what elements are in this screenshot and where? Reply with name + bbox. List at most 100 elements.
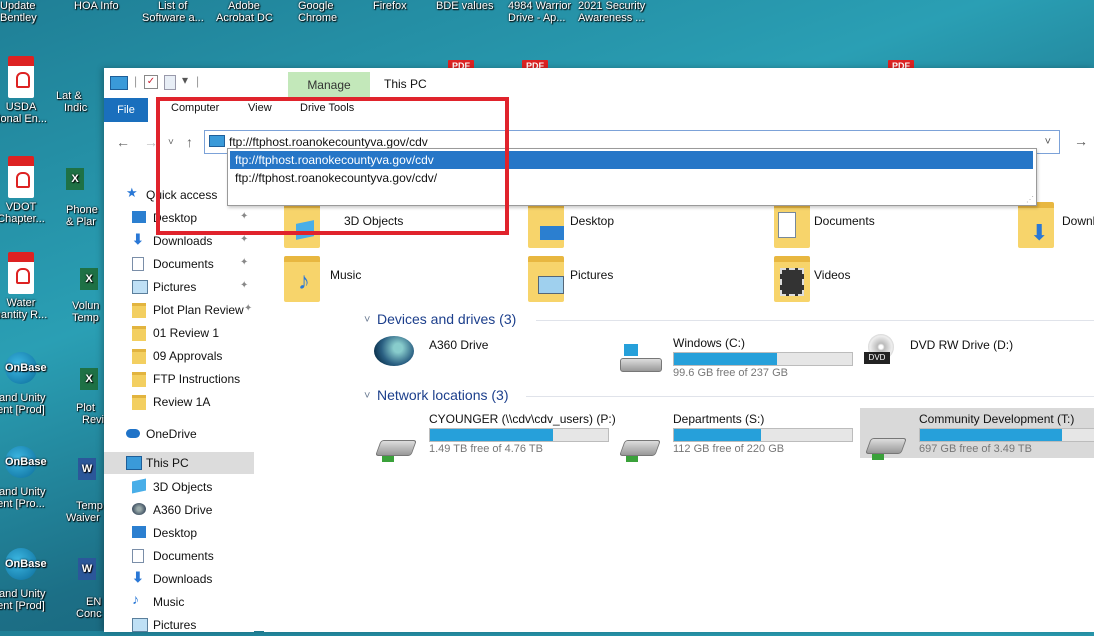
title-bar: | ✓ ▾ | Manage This PC — [104, 68, 1094, 98]
resize-grip-icon[interactable]: ⋰ — [1026, 195, 1034, 204]
download-icon: ⬇ — [132, 231, 144, 247]
word-file-icon: W — [78, 558, 104, 580]
desktop-icon-label[interactable]: Adobe Acrobat DC — [216, 0, 273, 24]
folder-desktop[interactable]: Desktop — [528, 202, 728, 248]
downloads-folder-icon: ⬇ — [1018, 202, 1054, 248]
nav-item-desktop-pc[interactable]: Desktop — [104, 522, 254, 544]
pin-icon[interactable]: ✦ — [240, 280, 248, 291]
drive-a360[interactable]: A360 Drive — [374, 334, 604, 380]
nav-item-3d-objects[interactable]: 3D Objects — [104, 476, 254, 498]
pictures-icon — [132, 618, 148, 632]
3d-objects-icon — [132, 478, 146, 494]
drive-usage-bar — [673, 352, 853, 366]
nav-item-01-review-1[interactable]: 01 Review 1 — [104, 322, 254, 344]
desktop-icon-temp[interactable]: Temp Waiver — [66, 500, 106, 524]
nav-item-documents-pc[interactable]: Documents — [104, 545, 254, 567]
chevron-down-icon[interactable]: ˅ — [1045, 136, 1051, 148]
desktop-icon-onbase-2[interactable]: OnBase land Unity ent [Pro... — [0, 446, 56, 510]
nav-item-onedrive[interactable]: OneDrive — [104, 423, 254, 445]
cloud-icon — [126, 429, 140, 438]
nav-item-a360-drive[interactable]: A360 Drive — [104, 499, 254, 521]
pdf-file-icon — [8, 252, 34, 294]
word-file-icon: W — [78, 458, 104, 480]
go-arrow-icon[interactable]: → — [1074, 133, 1088, 149]
desktop-icon-vdot[interactable]: VDOT Chapter... — [0, 156, 56, 225]
quick-access-toolbar-chevron-icon[interactable]: ▾ — [182, 73, 188, 87]
dvd-drive-icon: DVD — [864, 334, 898, 368]
network-drive-p[interactable]: CYOUNGER (\\cdv\cdv_users) (P:) 1.49 TB … — [374, 410, 616, 462]
drive-dvd-d[interactable]: DVD DVD RW Drive (D:) — [864, 334, 1094, 380]
folder-icon — [132, 395, 146, 410]
desktop-icon-en[interactable]: EN Conc — [76, 596, 106, 620]
desktop-icon-label[interactable]: 2021 Security Awareness ... — [578, 0, 645, 24]
nav-item-music[interactable]: ♪ Music — [104, 591, 254, 613]
desktop-icon-plot[interactable]: Plot Revi — [76, 402, 106, 426]
properties-icon[interactable]: ✓ — [144, 75, 158, 89]
pin-icon[interactable]: ✦ — [240, 234, 248, 245]
nav-item-documents[interactable]: Documents ✦ — [104, 253, 254, 275]
collapse-chevron-icon[interactable]: ˅ — [364, 314, 370, 326]
folder-icon — [132, 326, 146, 341]
nav-item-review-1a[interactable]: Review 1A — [104, 391, 254, 413]
section-devices-and-drives[interactable]: Devices and drives (3) — [377, 311, 516, 327]
new-folder-icon[interactable] — [164, 75, 176, 90]
desktop-icon-label[interactable]: List of Software a... — [142, 0, 204, 24]
folder-downloads[interactable]: ⬇ Downlo — [1018, 202, 1094, 248]
desktop-icon-label[interactable]: Firefox — [373, 0, 407, 12]
folder-music[interactable]: ♪ Music — [284, 256, 484, 302]
folder-documents[interactable]: Documents — [774, 202, 974, 248]
star-icon: ★ — [126, 185, 138, 200]
music-folder-icon: ♪ — [284, 256, 320, 302]
desktop-icon-label[interactable]: Update Bentley — [0, 0, 37, 24]
nav-item-plot-plan-review[interactable]: Plot Plan Review ✦ — [104, 299, 254, 321]
desktop-icon-onbase-3[interactable]: OnBase land Unity ent [Prod] — [0, 548, 56, 612]
pc-icon — [126, 456, 142, 470]
folder-pictures[interactable]: Pictures — [528, 256, 728, 302]
nav-item-09-approvals[interactable]: 09 Approvals — [104, 345, 254, 367]
desktop-icon-label[interactable]: 4984 Warrior Drive - Ap... — [508, 0, 571, 24]
nav-item-pictures-pc[interactable]: Pictures — [104, 614, 254, 636]
nav-item-downloads-pc[interactable]: ⬇ Downloads — [104, 568, 254, 590]
pictures-folder-icon — [528, 256, 564, 302]
nav-item-ftp-instructions[interactable]: FTP Instructions — [104, 368, 254, 390]
desktop-icon-water[interactable]: Water uantity R... — [0, 252, 56, 321]
network-drive-s[interactable]: Departments (S:) 112 GB free of 220 GB — [618, 410, 858, 462]
desktop-icon-usda[interactable]: USDA tional En... — [0, 56, 56, 125]
this-pc-icon — [110, 76, 128, 90]
pin-icon[interactable]: ✦ — [240, 257, 248, 268]
desktop-icon-label[interactable]: Google Chrome — [298, 0, 337, 24]
desktop-icon-phone[interactable]: Phone & Plar — [66, 204, 106, 228]
back-arrow-icon[interactable]: ← — [116, 134, 130, 150]
a360-icon — [132, 503, 146, 515]
excel-file-icon: X — [80, 368, 104, 390]
folder-icon — [132, 349, 146, 364]
pin-icon[interactable]: ✦ — [244, 303, 252, 314]
network-drive-t[interactable]: Community Development (T:) 697 GB free o… — [860, 408, 1094, 460]
tab-manage[interactable]: Manage — [288, 72, 370, 98]
desktop-icon-onbase-1[interactable]: OnBase land Unity ent [Prod] — [0, 352, 56, 416]
pdf-file-icon — [8, 156, 34, 198]
network-drive-icon — [864, 418, 907, 460]
tab-file[interactable]: File — [104, 98, 148, 122]
pictures-icon — [132, 280, 148, 294]
documents-folder-icon — [774, 202, 810, 248]
nav-item-pictures[interactable]: Pictures ✦ — [104, 276, 254, 298]
onbase-icon: OnBase — [5, 446, 47, 478]
section-network-locations[interactable]: Network locations (3) — [377, 387, 509, 403]
desktop-icon-label[interactable]: HOA Info — [74, 0, 119, 12]
document-icon — [132, 549, 144, 563]
download-icon: ⬇ — [132, 569, 144, 585]
folder-icon — [132, 303, 146, 318]
windows-drive-icon — [618, 344, 662, 374]
nav-item-this-pc[interactable]: This PC — [104, 452, 254, 474]
collapse-chevron-icon[interactable]: ˅ — [364, 390, 370, 402]
desktop-icon-label[interactable]: BDE values — [436, 0, 493, 12]
highlight-annotation — [156, 97, 509, 235]
network-drive-icon — [618, 420, 661, 462]
folder-videos[interactable]: Videos — [774, 256, 974, 302]
drive-windows-c[interactable]: Windows (C:) 99.6 GB free of 237 GB — [618, 334, 858, 380]
drive-usage-bar — [429, 428, 609, 442]
document-icon — [132, 257, 144, 271]
desktop-icon-volun[interactable]: Volun Temp — [72, 300, 106, 324]
desktop-icon-lat[interactable]: Lat & Indic — [56, 90, 104, 114]
